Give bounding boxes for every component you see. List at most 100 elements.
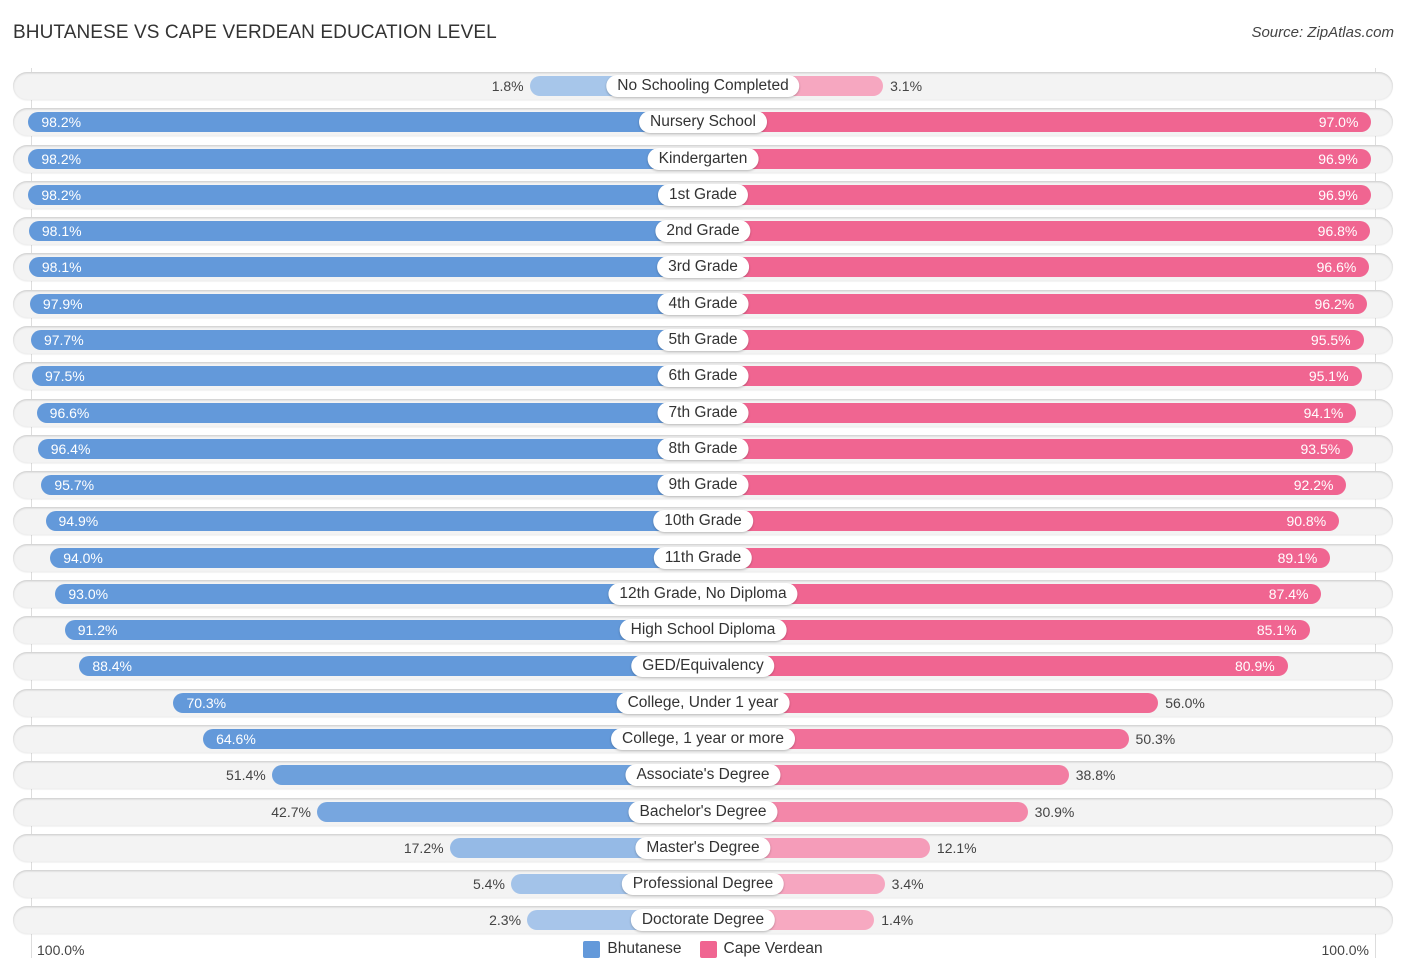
bar-bhutanese[interactable]: [36, 402, 703, 423]
bar-cape-verdean[interactable]: [703, 438, 1354, 459]
category-label: College, 1 year or more: [611, 728, 795, 751]
value-label-cape-verdean: 96.2%: [1314, 295, 1355, 312]
category-label: 1st Grade: [657, 183, 749, 206]
bar-cape-verdean[interactable]: [703, 184, 1371, 205]
value-label-cape-verdean: 50.3%: [1135, 731, 1176, 748]
bar-cape-verdean[interactable]: [703, 366, 1362, 387]
chart-rows: 1.8% 3.1% No Schooling Completed 98.2% 97.0%…: [0, 0, 1406, 975]
value-label-bhutanese: 98.2%: [41, 114, 82, 131]
bar-bhutanese[interactable]: [28, 221, 703, 242]
value-label-cape-verdean: 3.4%: [891, 876, 924, 893]
bar-cape-verdean[interactable]: [703, 475, 1347, 496]
value-label-bhutanese: 98.2%: [41, 186, 82, 203]
value-label-bhutanese: 96.6%: [49, 404, 90, 421]
value-label-cape-verdean: 96.9%: [1318, 186, 1358, 203]
value-label-cape-verdean: 38.8%: [1075, 767, 1116, 784]
category-label: 9th Grade: [657, 474, 749, 497]
bar-cape-verdean[interactable]: [703, 257, 1370, 278]
value-label-cape-verdean: 90.8%: [1286, 513, 1327, 530]
legend-label: Cape Verdean: [723, 940, 823, 957]
legend-swatch-cape-verdean: [699, 940, 717, 958]
bar-bhutanese[interactable]: [29, 293, 703, 314]
category-label: 7th Grade: [657, 401, 749, 424]
value-label-cape-verdean: 94.1%: [1303, 404, 1344, 421]
category-label: 11th Grade: [653, 546, 753, 569]
bar-bhutanese[interactable]: [50, 547, 703, 568]
value-label-bhutanese: 98.1%: [41, 223, 82, 240]
bar-bhutanese[interactable]: [64, 620, 703, 641]
value-label-cape-verdean: 85.1%: [1256, 622, 1297, 639]
value-label-bhutanese: 88.4%: [92, 658, 133, 675]
value-label-bhutanese: 5.4%: [473, 876, 505, 893]
category-label: No Schooling Completed: [606, 75, 800, 97]
value-label-cape-verdean: 96.6%: [1316, 259, 1357, 276]
value-label-bhutanese: 94.0%: [63, 549, 103, 566]
bar-bhutanese[interactable]: [28, 184, 703, 205]
bar-bhutanese[interactable]: [37, 438, 703, 459]
bar-bhutanese[interactable]: [79, 656, 703, 677]
value-label-bhutanese: 98.2%: [41, 150, 82, 167]
category-label: Nursery School: [639, 111, 767, 134]
category-label: 2nd Grade: [655, 220, 751, 243]
bar-cape-verdean[interactable]: [703, 547, 1331, 568]
bar-bhutanese[interactable]: [45, 511, 703, 532]
bar-cape-verdean[interactable]: [703, 656, 1288, 677]
category-label: Associate's Degree: [625, 764, 781, 787]
value-label-bhutanese: 97.7%: [43, 331, 84, 348]
value-label-bhutanese: 98.1%: [41, 259, 82, 276]
value-label-cape-verdean: 1.4%: [881, 912, 914, 929]
legend-item-bhutanese[interactable]: Bhutanese: [583, 940, 682, 958]
category-label: 12th Grade, No Diploma: [608, 582, 798, 605]
value-label-cape-verdean: 95.1%: [1308, 368, 1349, 385]
legend-item-cape-verdean[interactable]: Cape Verdean: [699, 940, 823, 958]
value-label-cape-verdean: 96.8%: [1317, 223, 1358, 240]
value-label-bhutanese: 97.9%: [42, 295, 83, 312]
bar-cape-verdean[interactable]: [703, 293, 1368, 314]
value-label-bhutanese: 42.7%: [271, 803, 311, 820]
bar-cape-verdean[interactable]: [703, 148, 1371, 169]
bar-bhutanese[interactable]: [28, 112, 703, 133]
value-label-cape-verdean: 89.1%: [1277, 549, 1318, 566]
category-label: 3rd Grade: [657, 256, 749, 279]
bar-cape-verdean[interactable]: [703, 511, 1340, 532]
bar-cape-verdean[interactable]: [703, 620, 1310, 641]
category-label: Bachelor's Degree: [628, 800, 778, 823]
value-label-bhutanese: 91.2%: [77, 622, 118, 639]
bar-bhutanese[interactable]: [30, 329, 703, 350]
bar-bhutanese[interactable]: [41, 475, 703, 496]
value-label-bhutanese: 64.6%: [216, 731, 256, 748]
value-label-bhutanese: 17.2%: [403, 839, 444, 856]
category-label: College, Under 1 year: [616, 691, 790, 714]
category-label: Doctorate Degree: [630, 909, 776, 932]
value-label-cape-verdean: 3.1%: [890, 78, 923, 94]
value-label-cape-verdean: 97.0%: [1318, 114, 1359, 131]
bar-bhutanese[interactable]: [28, 257, 703, 278]
legend-label: Bhutanese: [607, 940, 682, 957]
value-label-bhutanese: 97.5%: [45, 368, 85, 385]
value-label-cape-verdean: 12.1%: [936, 839, 977, 856]
value-label-bhutanese: 93.0%: [68, 585, 109, 602]
bar-cape-verdean[interactable]: [703, 329, 1364, 350]
category-label: High School Diploma: [619, 619, 787, 642]
category-label: 5th Grade: [657, 328, 749, 351]
bar-bhutanese[interactable]: [28, 148, 703, 169]
value-label-bhutanese: 51.4%: [226, 767, 266, 784]
bar-cape-verdean[interactable]: [703, 112, 1372, 133]
category-label: 6th Grade: [657, 365, 749, 388]
value-label-cape-verdean: 56.0%: [1165, 694, 1205, 711]
category-label: 10th Grade: [653, 510, 753, 533]
value-label-bhutanese: 94.9%: [58, 513, 99, 530]
value-label-bhutanese: 1.8%: [491, 78, 524, 94]
bar-cape-verdean[interactable]: [703, 221, 1371, 242]
bar-bhutanese[interactable]: [55, 583, 703, 604]
value-label-cape-verdean: 95.5%: [1310, 331, 1351, 348]
category-label: GED/Equivalency: [631, 655, 775, 678]
value-label-bhutanese: 96.4%: [50, 440, 91, 457]
legend: Bhutanese Cape Verdean: [0, 940, 1406, 958]
bar-bhutanese[interactable]: [32, 366, 703, 387]
value-label-cape-verdean: 93.5%: [1300, 440, 1341, 457]
value-label-bhutanese: 2.3%: [489, 912, 522, 929]
bar-cape-verdean[interactable]: [703, 402, 1357, 423]
value-label-cape-verdean: 92.2%: [1293, 477, 1334, 494]
category-label: 4th Grade: [657, 292, 749, 315]
